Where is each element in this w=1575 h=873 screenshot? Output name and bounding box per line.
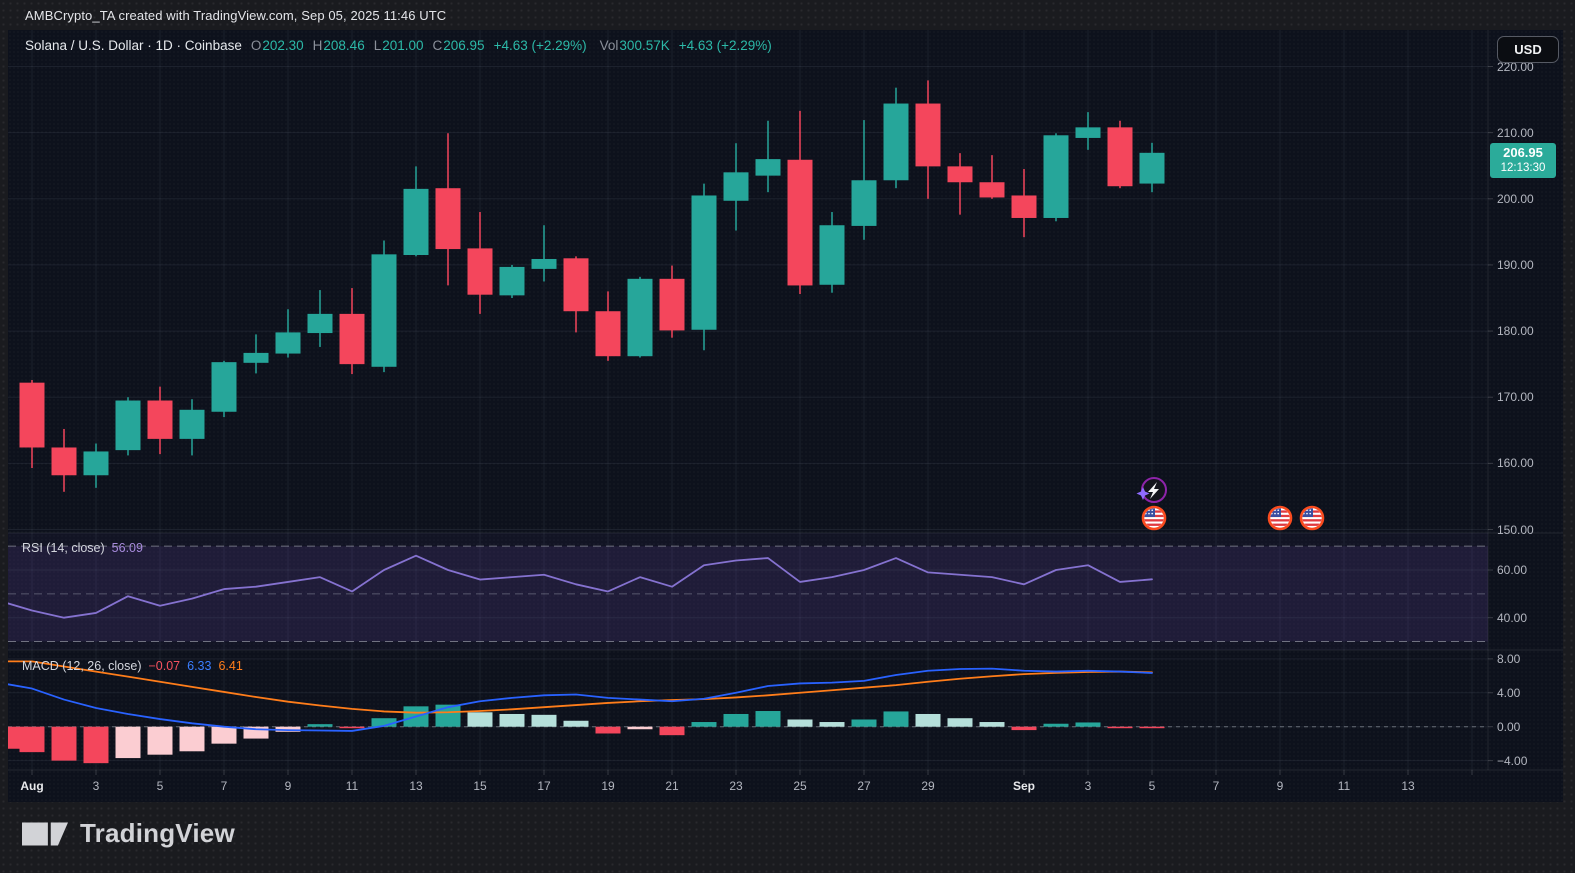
macd-tick-label: 0.00 [1497, 719, 1521, 734]
price-pane[interactable] [8, 62, 1488, 533]
time-tick-label: 7 [1212, 779, 1220, 793]
volume-value: Vol 300.57K [599, 38, 670, 53]
attribution-text: AMBCrypto_TA created with TradingView.co… [25, 8, 447, 23]
time-tick-label: 17 [537, 779, 551, 793]
tradingview-logo-text: TradingView [80, 818, 235, 848]
time-tick-label: 21 [665, 779, 679, 793]
tradingview-logo[interactable]: TradingView [22, 818, 235, 849]
macd-hist-value: −0.07 [148, 659, 181, 673]
time-tick-label: 5 [1148, 779, 1156, 793]
time-tick-label: 7 [220, 779, 228, 793]
symbol-title: Solana / U.S. Dollar · 1D · Coinbase [25, 38, 242, 53]
rsi-value: 56.09 [111, 541, 143, 555]
tradingview-snapshot-page: AMBCrypto_TA created with TradingView.co… [0, 0, 1575, 873]
time-tick-label: 27 [857, 779, 871, 793]
time-tick-label: 29 [921, 779, 935, 793]
time-tick-label: 13 [1401, 779, 1415, 793]
macd-indicator-label[interactable]: MACD (12, 26, close) −0.07 6.33 6.41 [22, 659, 243, 673]
high-value: H 208.46 [312, 38, 365, 53]
low-value: L 201.00 [373, 38, 424, 53]
price-tick-label: 190.00 [1497, 257, 1534, 272]
time-tick-label: 25 [793, 779, 807, 793]
volume-change-value: +4.63 (+2.29%) [678, 38, 772, 53]
rsi-pane[interactable] [8, 533, 1488, 650]
price-tick-label: 180.00 [1497, 324, 1534, 339]
time-tick-label: 3 [1084, 779, 1092, 793]
bar-countdown: 12:13:30 [1500, 162, 1546, 175]
time-scale[interactable] [8, 770, 1488, 802]
time-tick-label: 23 [729, 779, 743, 793]
time-tick-label: 9 [1276, 779, 1284, 793]
rsi-indicator-label[interactable]: RSI (14, close) 56.09 [22, 541, 143, 555]
macd-tick-label: 8.00 [1497, 651, 1521, 666]
time-tick-label: 15 [473, 779, 487, 793]
close-value: C 206.95 [432, 38, 485, 53]
price-tick-label: 210.00 [1497, 125, 1534, 140]
time-tick-label: Aug [20, 779, 44, 793]
time-tick-label: 5 [156, 779, 164, 793]
currency-usd-button[interactable]: USD [1497, 36, 1559, 63]
rsi-tick-label: 40.00 [1497, 610, 1528, 625]
price-tick-label: 170.00 [1497, 390, 1534, 405]
tradingview-logo-icon [22, 822, 68, 845]
time-tick-label: 11 [345, 779, 359, 793]
macd-tick-label: 4.00 [1497, 685, 1521, 700]
symbol-info-bar[interactable]: Solana / U.S. Dollar · 1D · Coinbase O 20… [25, 38, 772, 53]
time-tick-label: 11 [1337, 779, 1351, 793]
time-tick-label: 9 [284, 779, 292, 793]
open-value: O 202.30 [250, 38, 304, 53]
time-tick-label: 13 [409, 779, 423, 793]
last-price: 206.95 [1503, 145, 1543, 161]
macd-signal-value: 6.41 [218, 659, 243, 673]
last-price-badge: 206.95 12:13:30 [1490, 143, 1556, 178]
macd-tick-label: −4.00 [1497, 753, 1528, 768]
macd-line-value: 6.33 [187, 659, 212, 673]
time-tick-label: 19 [601, 779, 615, 793]
time-tick-label: Sep [1012, 779, 1036, 793]
time-tick-label: 3 [92, 779, 100, 793]
rsi-tick-label: 60.00 [1497, 563, 1528, 577]
change-value: +4.63 (+2.29%) [493, 38, 587, 53]
price-tick-label: 150.00 [1497, 522, 1534, 537]
price-tick-label: 200.00 [1497, 191, 1534, 206]
price-tick-label: 160.00 [1497, 456, 1534, 471]
